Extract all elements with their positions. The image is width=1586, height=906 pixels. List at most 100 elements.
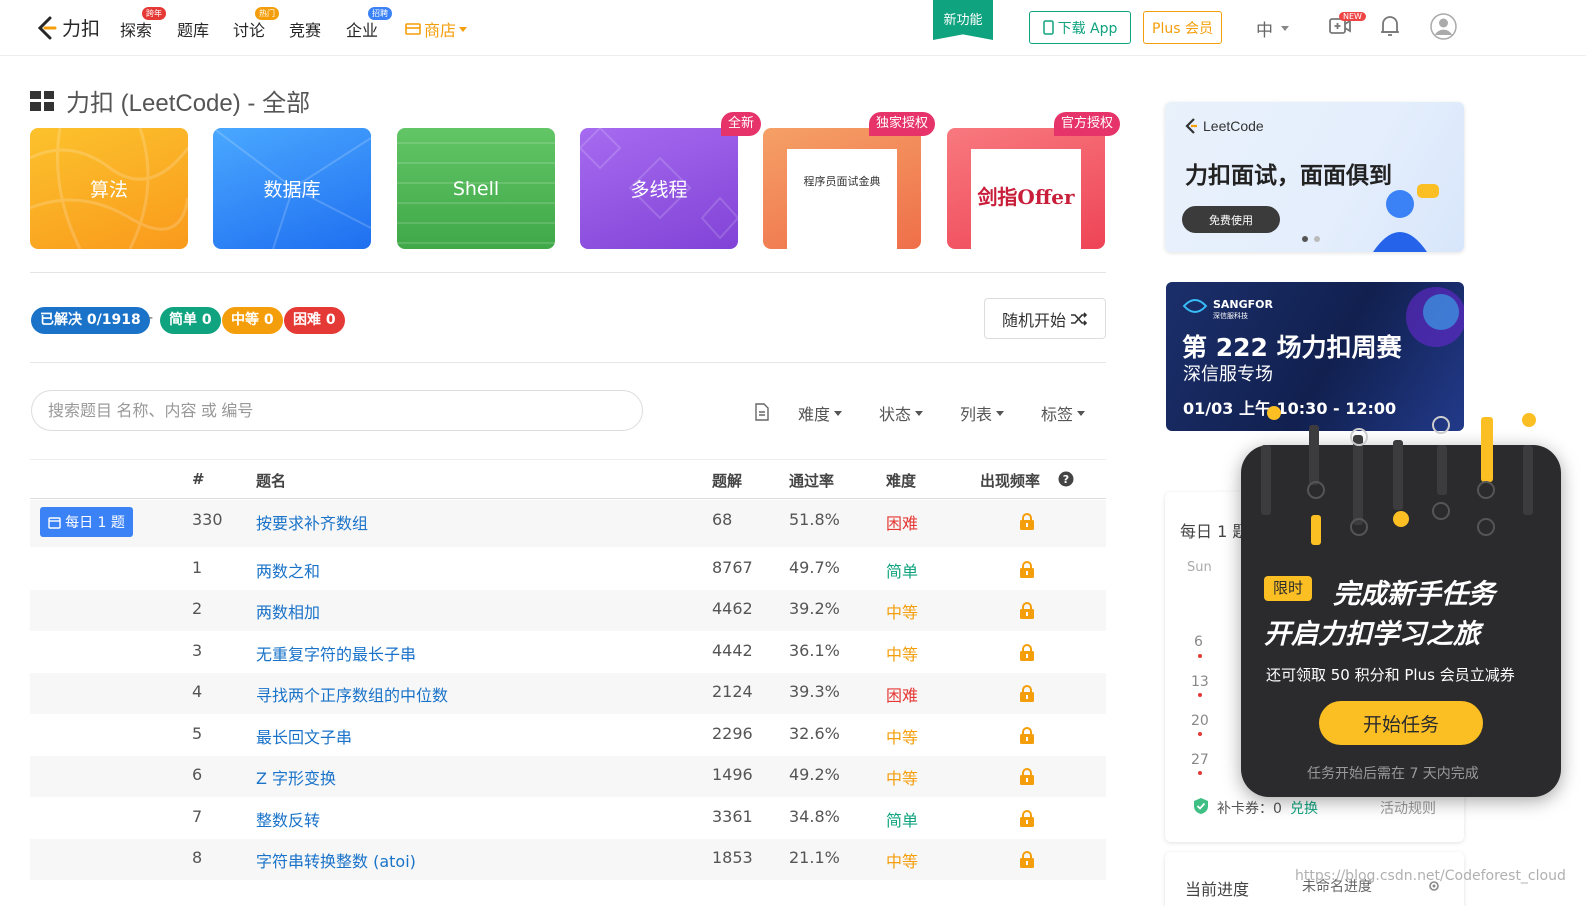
column-header-frequency[interactable]: 出现频率	[980, 470, 1040, 491]
column-header-rate[interactable]: 通过率	[789, 470, 834, 491]
document-icon[interactable]	[754, 403, 770, 421]
column-header-num[interactable]: #	[192, 470, 205, 488]
table-row[interactable]: 7 整数反转 3361 34.8% 简单	[30, 798, 1106, 839]
filter-difficulty[interactable]: 难度	[798, 401, 843, 425]
help-icon[interactable]: ?	[1058, 471, 1074, 487]
table-row[interactable]: 8 字符串转换整数 (atoi) 1853 21.1% 中等	[30, 839, 1106, 880]
new-feature-ribbon[interactable]: 新功能	[933, 0, 993, 40]
problem-title-link[interactable]: 最长回文子串	[256, 724, 352, 748]
column-header-solutions[interactable]: 题解	[712, 470, 742, 491]
language-selector[interactable]: 中	[1256, 16, 1289, 41]
solution-count[interactable]: 2296	[712, 724, 753, 743]
avatar[interactable]	[1430, 13, 1457, 40]
solution-count[interactable]: 68	[712, 510, 732, 529]
popup-headline-2: 开启力扣学习之旅	[1264, 619, 1480, 650]
acceptance-rate: 32.6%	[789, 724, 840, 743]
acceptance-rate: 51.8%	[789, 510, 840, 529]
random-start-label: 随机开始	[1001, 310, 1066, 330]
calendar-date[interactable]: 27	[1191, 752, 1209, 768]
problem-title-link[interactable]: Z 字形变换	[256, 765, 336, 789]
problem-title-link[interactable]: 无重复字符的最长子串	[256, 641, 416, 665]
problem-title-link[interactable]: 按要求补齐数组	[256, 510, 368, 534]
category-card-shell[interactable]: Shell	[397, 128, 555, 249]
lock-icon[interactable]	[1019, 810, 1035, 827]
solution-count[interactable]: 1496	[712, 765, 753, 784]
solution-count[interactable]: 8767	[712, 558, 753, 577]
solution-count[interactable]: 1853	[712, 848, 753, 867]
activity-rules-link[interactable]: 活动规则	[1380, 798, 1436, 818]
solution-count[interactable]: 4442	[712, 641, 753, 660]
person-illustration-icon	[1373, 184, 1439, 252]
table-row[interactable]: 5 最长回文子串 2296 32.6% 中等	[30, 715, 1106, 756]
nav-item-shop[interactable]: 商店	[405, 17, 468, 41]
calendar-date[interactable]: 6	[1194, 634, 1203, 650]
interview-banner[interactable]: LeetCode 力扣面试，面面俱到 免费使用	[1165, 102, 1464, 252]
problem-title-link[interactable]: 两数之和	[256, 558, 320, 582]
nav-item-problems[interactable]: 题库	[177, 17, 209, 41]
start-task-button[interactable]: 开始任务	[1319, 701, 1483, 745]
category-card-database[interactable]: 数据库	[213, 128, 371, 249]
random-start-button[interactable]: 随机开始	[984, 298, 1106, 339]
table-row[interactable]: 1 两数之和 8767 49.7% 简单	[30, 549, 1106, 590]
column-header-title[interactable]: 题名	[256, 470, 286, 491]
category-card-interview-guide[interactable]: 程序员面试金典	[763, 128, 921, 249]
lock-icon[interactable]	[1019, 644, 1035, 661]
nav-badge: 跨年	[142, 7, 166, 20]
filter-status[interactable]: 状态	[879, 401, 924, 425]
solution-count[interactable]: 4462	[712, 599, 753, 618]
lock-icon[interactable]	[1019, 768, 1035, 785]
acceptance-rate: 39.3%	[789, 682, 840, 701]
table-row[interactable]: 4 寻找两个正序数组的中位数 2124 39.3% 困难	[30, 673, 1106, 714]
missed-dot	[1198, 771, 1202, 775]
table-row[interactable]: 每日 1 题 330 按要求补齐数组 68 51.8% 困难	[30, 500, 1106, 547]
category-card-algorithms[interactable]: 算法	[30, 128, 188, 249]
lock-icon[interactable]	[1019, 685, 1035, 702]
table-row[interactable]: 3 无重复字符的最长子串 4442 36.1% 中等	[30, 632, 1106, 673]
category-card-sword-offer[interactable]: 剑指Offer	[947, 128, 1105, 249]
language-label: 中	[1256, 21, 1273, 41]
free-use-button[interactable]: 免费使用	[1182, 206, 1280, 233]
category-label: 算法	[89, 179, 128, 201]
problem-title-link[interactable]: 字符串转换整数 (atoi)	[256, 848, 416, 872]
solution-count[interactable]: 3361	[712, 807, 753, 826]
carousel-dots[interactable]	[1302, 236, 1320, 242]
sangfor-logo-icon	[1182, 299, 1208, 313]
daily-question-tag[interactable]: 每日 1 题	[40, 507, 133, 537]
table-row[interactable]: 6 Z 字形变换 1496 49.2% 中等	[30, 756, 1106, 797]
download-app-button[interactable]: 下载 App	[1029, 11, 1131, 44]
plus-member-button[interactable]: Plus 会员	[1143, 11, 1222, 44]
redeem-link[interactable]: 兑换	[1290, 798, 1318, 818]
lock-icon[interactable]	[1019, 851, 1035, 868]
solution-count[interactable]: 2124	[712, 682, 753, 701]
nav-item-enterprise[interactable]: 企业 招聘	[346, 7, 392, 41]
acceptance-rate: 36.1%	[789, 641, 840, 660]
nav-item-label: 竞赛	[289, 21, 322, 40]
logo[interactable]: 力扣	[36, 14, 100, 41]
page-title-text: 力扣 (LeetCode) - 全部	[66, 90, 311, 117]
problem-title-link[interactable]: 寻找两个正序数组的中位数	[256, 682, 448, 706]
table-row[interactable]: 2 两数相加 4462 39.2% 中等	[30, 590, 1106, 631]
page-title: 力扣 (LeetCode) - 全部	[30, 83, 310, 118]
bell-icon[interactable]	[1379, 14, 1401, 38]
nav-item-discuss[interactable]: 讨论 热门	[233, 7, 279, 41]
lock-icon[interactable]	[1019, 513, 1035, 530]
problem-title-link[interactable]: 两数相加	[256, 599, 320, 623]
category-card-concurrency[interactable]: 多线程	[580, 128, 738, 249]
nav-item-explore[interactable]: 探索 跨年	[120, 7, 166, 41]
lock-icon[interactable]	[1019, 561, 1035, 578]
lock-icon[interactable]	[1019, 602, 1035, 619]
shop-icon	[405, 23, 421, 35]
calendar-date[interactable]: 20	[1191, 713, 1209, 729]
category-tag: 官方授权	[1054, 112, 1121, 136]
chevron-down-icon	[915, 410, 924, 416]
new-badge: NEW	[1339, 12, 1366, 21]
filter-list[interactable]: 列表	[960, 401, 1005, 425]
acceptance-rate: 49.7%	[789, 558, 840, 577]
calendar-date[interactable]: 13	[1191, 674, 1209, 690]
lock-icon[interactable]	[1019, 727, 1035, 744]
nav-item-contest[interactable]: 竞赛	[289, 17, 321, 41]
filter-tags[interactable]: 标签	[1041, 401, 1086, 425]
search-input[interactable]: 搜索题目 名称、内容 或 编号	[31, 390, 643, 431]
problem-title-link[interactable]: 整数反转	[256, 807, 320, 831]
column-header-difficulty[interactable]: 难度	[886, 470, 916, 491]
